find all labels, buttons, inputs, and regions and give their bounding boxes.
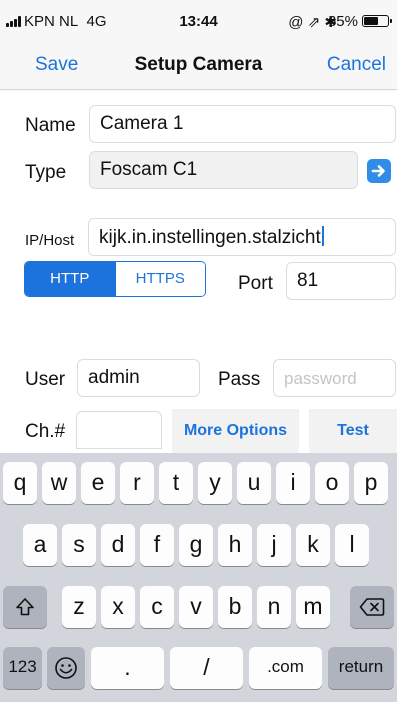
key-j[interactable]: j (257, 524, 291, 566)
status-bar: KPN NL 4G 13:44 @ ⇗ ✱ 65% (0, 0, 397, 40)
key-m[interactable]: m (296, 586, 330, 628)
key-y[interactable]: y (198, 462, 232, 504)
keyboard: q w e r t y u i o p a s d f g h j k l z … (0, 453, 397, 702)
battery-icon (362, 15, 392, 27)
key-n[interactable]: n (257, 586, 291, 628)
http-segment[interactable]: HTTP (25, 262, 115, 296)
user-input[interactable]: admin (77, 359, 200, 397)
shift-key[interactable] (3, 586, 47, 628)
shift-icon (16, 598, 34, 616)
user-label: User (25, 369, 66, 390)
key-c[interactable]: c (140, 586, 174, 628)
key-l[interactable]: l (335, 524, 369, 566)
dotcom-key[interactable]: .com (249, 647, 322, 689)
slash-key[interactable]: / (170, 647, 243, 689)
key-b[interactable]: b (218, 586, 252, 628)
password-input[interactable]: password (273, 359, 396, 397)
camera-setup-form: Name Camera 1 Type Foscam C1 IP/Host kij… (0, 91, 397, 453)
key-w[interactable]: w (42, 462, 76, 504)
channel-input[interactable] (76, 411, 162, 449)
key-z[interactable]: z (62, 586, 96, 628)
dot-key[interactable]: . (91, 647, 164, 689)
key-v[interactable]: v (179, 586, 213, 628)
more-options-button[interactable]: More Options (172, 409, 299, 453)
cancel-button[interactable]: Cancel (327, 54, 386, 76)
return-key[interactable]: return (328, 647, 394, 689)
name-input[interactable]: Camera 1 (89, 105, 396, 143)
key-q[interactable]: q (3, 462, 37, 504)
port-input[interactable]: 81 (286, 262, 396, 300)
type-select[interactable]: Foscam C1 (89, 151, 358, 189)
arrow-right-icon[interactable] (367, 159, 391, 183)
port-label: Port (238, 273, 273, 294)
protocol-segmented-control: HTTP HTTPS (24, 261, 206, 297)
backspace-icon (359, 598, 385, 616)
key-k[interactable]: k (296, 524, 330, 566)
pass-label: Pass (218, 369, 261, 390)
key-e[interactable]: e (81, 462, 115, 504)
test-button[interactable]: Test (309, 409, 397, 453)
key-h[interactable]: h (218, 524, 252, 566)
key-r[interactable]: r (120, 462, 154, 504)
key-p[interactable]: p (354, 462, 388, 504)
key-t[interactable]: t (159, 462, 193, 504)
key-d[interactable]: d (101, 524, 135, 566)
battery-percent: 65% (327, 13, 358, 30)
key-u[interactable]: u (237, 462, 271, 504)
name-label: Name (25, 115, 76, 136)
channel-label: Ch.# (25, 421, 66, 442)
emoji-icon (55, 657, 77, 679)
key-a[interactable]: a (23, 524, 57, 566)
key-s[interactable]: s (62, 524, 96, 566)
https-segment[interactable]: HTTPS (114, 262, 205, 296)
navigation-bar: Save Setup Camera Cancel (0, 40, 397, 90)
key-i[interactable]: i (276, 462, 310, 504)
type-label: Type (25, 162, 67, 183)
backspace-key[interactable] (350, 586, 394, 628)
host-label: IP/Host (25, 232, 75, 249)
emoji-key[interactable] (47, 647, 85, 689)
key-x[interactable]: x (101, 586, 135, 628)
key-o[interactable]: o (315, 462, 349, 504)
key-f[interactable]: f (140, 524, 174, 566)
host-input[interactable]: kijk.in.instellingen.stalzicht (88, 218, 396, 256)
numbers-key[interactable]: 123 (3, 647, 42, 689)
key-g[interactable]: g (179, 524, 213, 566)
